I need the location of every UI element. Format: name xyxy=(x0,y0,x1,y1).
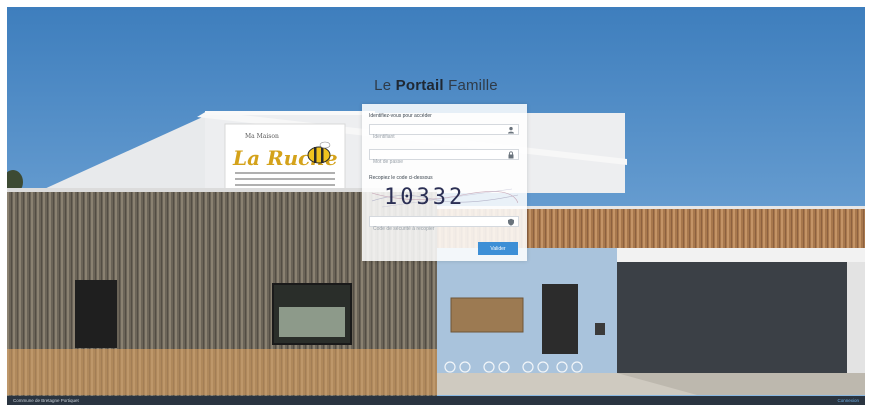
captcha-image: 10332 xyxy=(372,185,518,210)
login-card: Identifiez-vous pour accéder Recopiez le… xyxy=(362,104,527,261)
captcha-code: 10332 xyxy=(384,185,466,210)
shield-icon xyxy=(508,218,514,226)
identifier-input[interactable] xyxy=(370,132,506,142)
footer-left-text: Commune de Bretagne Portiquet xyxy=(13,398,79,403)
password-input[interactable] xyxy=(370,157,506,167)
footer-bar: Commune de Bretagne Portiquet Connexion xyxy=(7,396,865,405)
login-heading: Identifiez-vous pour accéder xyxy=(369,113,432,119)
identifier-field-box xyxy=(369,124,519,142)
submit-button[interactable]: Valider xyxy=(478,242,518,255)
footer-right-link[interactable]: Connexion xyxy=(837,398,859,403)
title-suffix: Famille xyxy=(448,77,498,94)
lock-icon xyxy=(508,151,514,159)
password-field-box xyxy=(369,149,519,167)
portal-title: Le Portail Famille xyxy=(7,77,865,94)
user-icon xyxy=(508,126,514,134)
captcha-input[interactable] xyxy=(370,224,506,234)
captcha-field-box xyxy=(369,216,519,234)
title-bold: Portail xyxy=(395,77,444,94)
captcha-label: Recopiez le code ci-dessous xyxy=(369,175,433,181)
screenshot-frame: Ma Maison La Ruche Le Portail Famille Id… xyxy=(7,7,865,405)
sign-small-text: Ma Maison xyxy=(245,133,279,140)
title-prefix: Le xyxy=(374,77,392,94)
